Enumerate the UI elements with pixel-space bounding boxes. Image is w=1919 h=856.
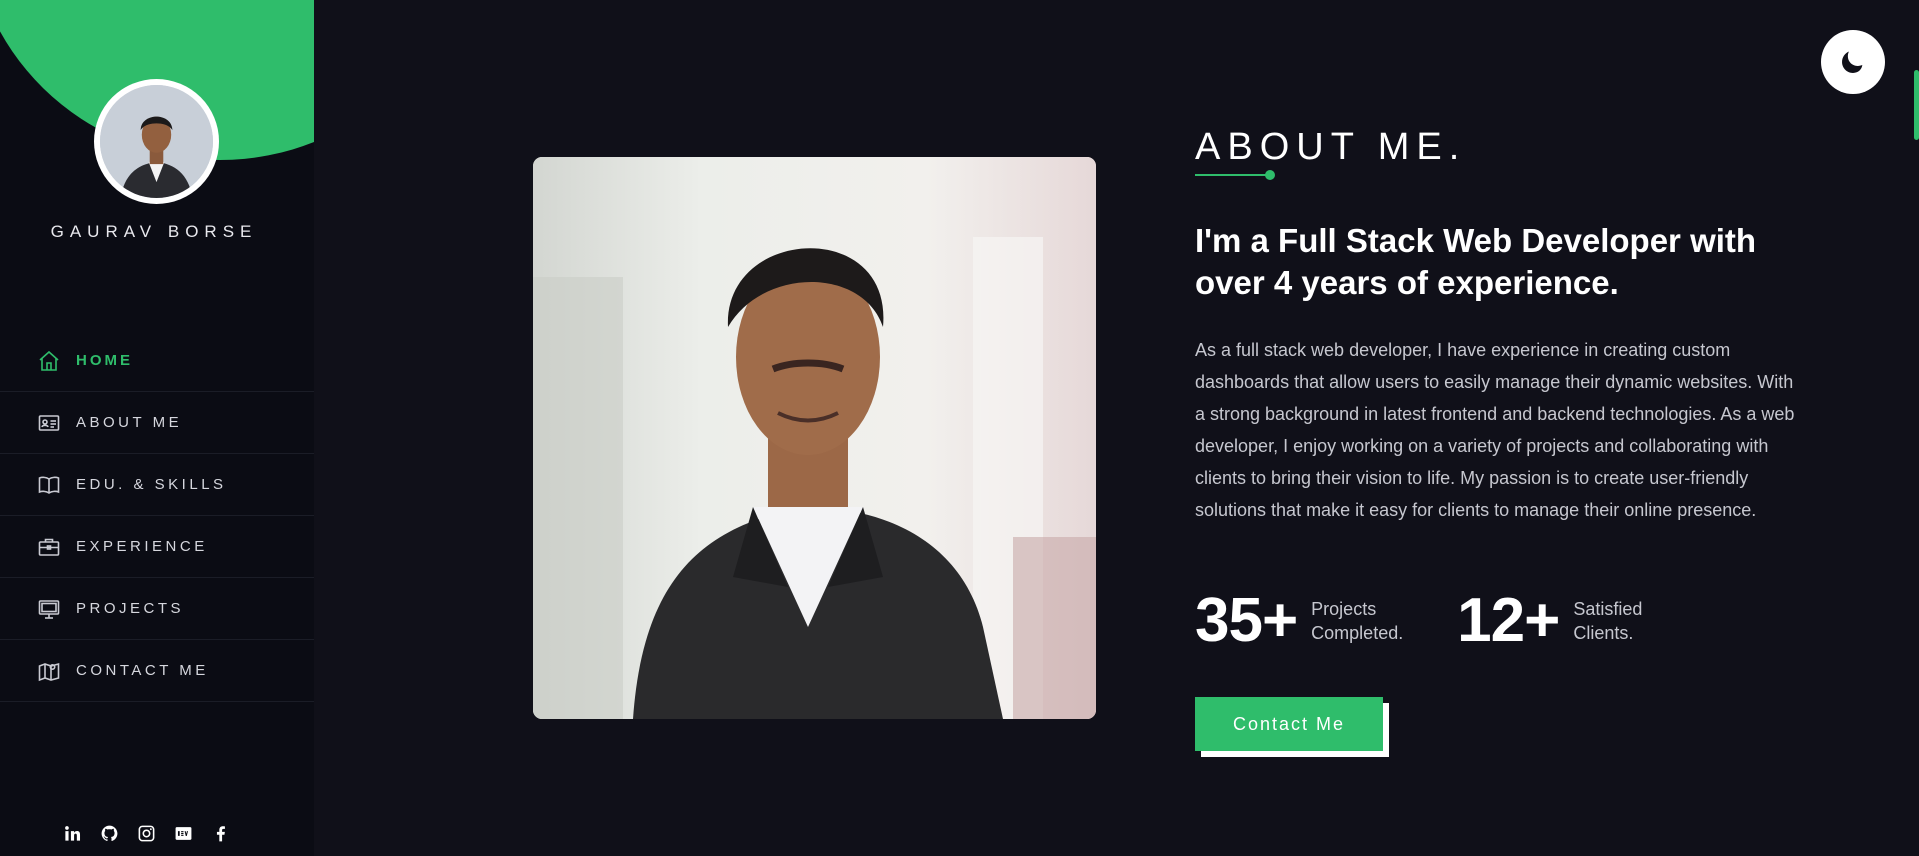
nav-item-edu-skills[interactable]: EDU. & SKILLS — [0, 454, 314, 516]
stat-projects: 35+ Projects Completed. — [1195, 588, 1421, 654]
stat-value: 35+ — [1195, 586, 1298, 655]
avatar-image — [100, 85, 213, 198]
home-icon — [36, 348, 62, 374]
nav-item-experience[interactable]: EXPERIENCE — [0, 516, 314, 578]
briefcase-icon — [36, 534, 62, 560]
scroll-indicator[interactable] — [1914, 70, 1919, 140]
contact-me-button[interactable]: Contact Me — [1195, 697, 1383, 751]
nav-item-label: CONTACT ME — [76, 662, 209, 679]
nav-item-projects[interactable]: PROJECTS — [0, 578, 314, 640]
nav-item-label: EDU. & SKILLS — [76, 476, 227, 493]
nav-item-label: PROJECTS — [76, 600, 185, 617]
theme-toggle-button[interactable] — [1821, 30, 1885, 94]
facebook-icon[interactable] — [210, 823, 231, 844]
contact-me-cta: Contact Me — [1195, 697, 1389, 757]
social-links — [62, 823, 231, 844]
id-card-icon — [36, 410, 62, 436]
headline: I'm a Full Stack Web Developer with over… — [1195, 222, 1757, 301]
github-icon[interactable] — [99, 823, 120, 844]
sidebar: GAURAV BORSE HOME ABOUT ME EDU. & SKILLS — [0, 0, 314, 856]
map-pin-icon — [36, 658, 62, 684]
linkedin-icon[interactable] — [62, 823, 83, 844]
profile-photo — [533, 157, 1096, 719]
avatar[interactable] — [94, 79, 219, 204]
moon-icon — [1842, 51, 1863, 73]
nav-item-label: ABOUT ME — [76, 414, 183, 431]
nav-item-home[interactable]: HOME — [0, 330, 314, 392]
nav-item-label: HOME — [76, 352, 133, 369]
portfolio-page: GAURAV BORSE HOME ABOUT ME EDU. & SKILLS — [0, 0, 1919, 856]
monitor-icon — [36, 596, 62, 622]
brand-name: GAURAV BORSE — [50, 222, 258, 241]
nav-item-about-me[interactable]: ABOUT ME — [0, 392, 314, 454]
section-title: ABOUT ME. — [1195, 126, 1467, 168]
title-dot — [1265, 170, 1275, 180]
sidebar-nav: HOME ABOUT ME EDU. & SKILLS EXPERIENCE P… — [0, 330, 314, 702]
nav-item-contact-me[interactable]: CONTACT ME — [0, 640, 314, 702]
stat-value: 12+ — [1457, 586, 1560, 655]
instagram-icon[interactable] — [136, 823, 157, 844]
stat-clients: 12+ Satisfied Clients. — [1457, 588, 1683, 654]
book-icon — [36, 472, 62, 498]
dev-icon[interactable] — [173, 823, 194, 844]
bio-paragraph: As a full stack web developer, I have ex… — [1195, 340, 1795, 520]
stat-label: Projects Completed. — [1311, 599, 1404, 643]
title-underline — [1195, 174, 1271, 176]
stats: 35+ Projects Completed. 12+ Satisfied Cl… — [1195, 588, 1719, 654]
nav-item-label: EXPERIENCE — [76, 538, 208, 555]
stat-label: Satisfied Clients. — [1573, 599, 1643, 643]
